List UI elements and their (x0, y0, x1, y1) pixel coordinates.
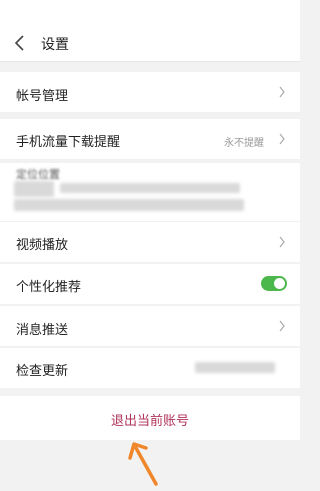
settings-item-update[interactable]: 检查更新 (0, 348, 300, 388)
logout-button[interactable]: 退出当前账号 (0, 396, 300, 440)
settings-item-label: 视频播放 (16, 238, 69, 253)
settings-item-label: 帐号管理 (16, 89, 69, 104)
settings-item-personalized: 个性化推荐 (0, 264, 300, 304)
settings-item-label: 个性化推荐 (16, 280, 82, 295)
toggle-knob (274, 278, 285, 289)
settings-item-label: 定位位置 (16, 168, 60, 181)
settings-item-label: 消息推送 (16, 323, 69, 338)
settings-item-label: 检查更新 (16, 364, 69, 379)
personalized-toggle[interactable] (261, 276, 287, 291)
redacted-block (60, 183, 240, 193)
settings-item-video[interactable]: 视频播放 (0, 222, 300, 262)
arrow-annotation-icon (128, 442, 158, 486)
chevron-right-icon (279, 320, 285, 332)
settings-item-mobile-data[interactable]: 手机流量下载提醒 永不提醒 (0, 119, 300, 159)
chevron-right-icon (279, 133, 285, 145)
page-title: 设置 (41, 37, 69, 53)
settings-item-label: 手机流量下载提醒 (16, 135, 121, 150)
chevron-right-icon (279, 86, 285, 98)
redacted-block (195, 362, 275, 373)
settings-item-account[interactable]: 帐号管理 (0, 72, 300, 112)
settings-item-location[interactable]: 定位位置 (0, 163, 300, 221)
chevron-right-icon (279, 236, 285, 248)
logout-label: 退出当前账号 (110, 414, 189, 429)
redacted-block (14, 199, 244, 211)
header: 设置 (0, 0, 300, 62)
back-icon[interactable] (12, 33, 28, 53)
settings-item-notifications[interactable]: 消息推送 (0, 306, 300, 346)
redacted-block (14, 181, 54, 197)
mobile-data-value: 永不提醒 (224, 138, 264, 149)
